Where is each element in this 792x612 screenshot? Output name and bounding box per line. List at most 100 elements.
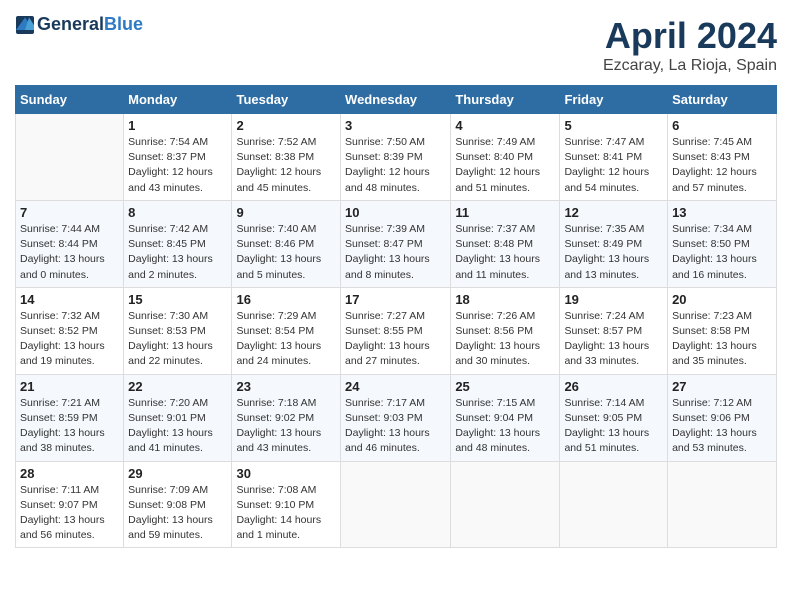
day-info: Sunrise: 7:34 AMSunset: 8:50 PMDaylight:… [672,222,772,283]
day-cell [560,461,668,548]
calendar-table: SundayMondayTuesdayWednesdayThursdayFrid… [15,85,777,548]
logo-text: GeneralBlue [37,15,143,35]
column-header-friday: Friday [560,86,668,114]
day-cell: 15Sunrise: 7:30 AMSunset: 8:53 PMDayligh… [124,287,232,374]
day-cell: 1 Sunrise: 7:54 AMSunset: 8:37 PMDaylight… [124,114,232,201]
day-info: Sunrise: 7:50 AMSunset: 8:39 PMDaylight:… [345,135,446,196]
day-number: 1 [128,118,227,133]
day-cell [451,461,560,548]
day-number: 6 [672,118,772,133]
day-cell: 10 Sunrise: 7:39 AMSunset: 8:47 PMDayligh… [341,200,451,287]
day-number: 2 [236,118,336,133]
day-info: Sunrise: 7:29 AMSunset: 8:54 PMDaylight:… [236,309,336,370]
day-number: 25 [455,379,555,394]
day-info: Sunrise: 7:17 AMSunset: 9:03 PMDaylight:… [345,396,446,457]
day-number: 30 [236,466,336,481]
day-cell: 23 Sunrise: 7:18 AMSunset: 9:02 PMDayligh… [232,374,341,461]
day-cell: 7 Sunrise: 7:44 AMSunset: 8:44 PMDaylight… [16,200,124,287]
day-cell: 16 Sunrise: 7:29 AMSunset: 8:54 PMDayligh… [232,287,341,374]
day-info: Sunrise: 7:15 AMSunset: 9:04 PMDaylight:… [455,396,555,457]
day-info: Sunrise: 7:37 AMSunset: 8:48 PMDaylight:… [455,222,555,283]
day-number: 16 [236,292,336,307]
day-cell: 28Sunrise: 7:11 AMSunset: 9:07 PMDayligh… [16,461,124,548]
day-cell: 5 Sunrise: 7:47 AMSunset: 8:41 PMDaylight… [560,114,668,201]
day-info: Sunrise: 7:49 AMSunset: 8:40 PMDaylight:… [455,135,555,196]
day-info: Sunrise: 7:23 AMSunset: 8:58 PMDaylight:… [672,309,772,370]
day-cell: 20 Sunrise: 7:23 AMSunset: 8:58 PMDayligh… [668,287,777,374]
day-info: Sunrise: 7:14 AMSunset: 9:05 PMDaylight:… [564,396,663,457]
day-number: 17 [345,292,446,307]
page-header: GeneralBlue April 2024 Ezcaray, La Rioja… [15,15,777,75]
day-info: Sunrise: 7:39 AMSunset: 8:47 PMDaylight:… [345,222,446,283]
week-row-2: 7 Sunrise: 7:44 AMSunset: 8:44 PMDaylight… [16,200,777,287]
day-cell: 4 Sunrise: 7:49 AMSunset: 8:40 PMDaylight… [451,114,560,201]
day-number: 5 [564,118,663,133]
day-number: 20 [672,292,772,307]
day-cell: 30 Sunrise: 7:08 AMSunset: 9:10 PMDayligh… [232,461,341,548]
day-number: 18 [455,292,555,307]
day-info: Sunrise: 7:09 AMSunset: 9:08 PMDaylight:… [128,483,227,544]
column-headers: SundayMondayTuesdayWednesdayThursdayFrid… [16,86,777,114]
day-number: 29 [128,466,227,481]
day-cell [16,114,124,201]
day-info: Sunrise: 7:42 AMSunset: 8:45 PMDaylight:… [128,222,227,283]
day-info: Sunrise: 7:32 AMSunset: 8:52 PMDaylight:… [20,309,119,370]
day-cell: 18Sunrise: 7:26 AMSunset: 8:56 PMDayligh… [451,287,560,374]
day-cell: 9 Sunrise: 7:40 AMSunset: 8:46 PMDaylight… [232,200,341,287]
day-number: 8 [128,205,227,220]
title-block: April 2024 Ezcaray, La Rioja, Spain [603,15,777,75]
day-info: Sunrise: 7:20 AMSunset: 9:01 PMDaylight:… [128,396,227,457]
day-info: Sunrise: 7:44 AMSunset: 8:44 PMDaylight:… [20,222,119,283]
day-number: 24 [345,379,446,394]
day-info: Sunrise: 7:18 AMSunset: 9:02 PMDaylight:… [236,396,336,457]
day-number: 15 [128,292,227,307]
day-info: Sunrise: 7:12 AMSunset: 9:06 PMDaylight:… [672,396,772,457]
day-number: 26 [564,379,663,394]
day-number: 28 [20,466,119,481]
day-number: 9 [236,205,336,220]
day-cell: 13 Sunrise: 7:34 AMSunset: 8:50 PMDayligh… [668,200,777,287]
day-cell: 17Sunrise: 7:27 AMSunset: 8:55 PMDayligh… [341,287,451,374]
day-number: 14 [20,292,119,307]
day-cell: 21 Sunrise: 7:21 AMSunset: 8:59 PMDayligh… [16,374,124,461]
day-cell: 12Sunrise: 7:35 AMSunset: 8:49 PMDayligh… [560,200,668,287]
month-title: April 2024 [603,15,777,57]
week-row-3: 14 Sunrise: 7:32 AMSunset: 8:52 PMDayligh… [16,287,777,374]
day-cell: 27Sunrise: 7:12 AMSunset: 9:06 PMDayligh… [668,374,777,461]
day-number: 4 [455,118,555,133]
day-number: 19 [564,292,663,307]
day-number: 21 [20,379,119,394]
day-number: 22 [128,379,227,394]
day-cell: 11 Sunrise: 7:37 AMSunset: 8:48 PMDayligh… [451,200,560,287]
day-info: Sunrise: 7:24 AMSunset: 8:57 PMDaylight:… [564,309,663,370]
day-number: 7 [20,205,119,220]
day-number: 10 [345,205,446,220]
day-cell: 8 Sunrise: 7:42 AMSunset: 8:45 PMDaylight… [124,200,232,287]
day-number: 12 [564,205,663,220]
location: Ezcaray, La Rioja, Spain [603,57,777,75]
column-header-saturday: Saturday [668,86,777,114]
day-cell: 26 Sunrise: 7:14 AMSunset: 9:05 PMDayligh… [560,374,668,461]
logo-icon [15,15,35,35]
day-cell: 24 Sunrise: 7:17 AMSunset: 9:03 PMDayligh… [341,374,451,461]
day-number: 11 [455,205,555,220]
day-info: Sunrise: 7:40 AMSunset: 8:46 PMDaylight:… [236,222,336,283]
day-cell [668,461,777,548]
day-cell: 6Sunrise: 7:45 AMSunset: 8:43 PMDaylight… [668,114,777,201]
day-number: 23 [236,379,336,394]
day-cell: 22 Sunrise: 7:20 AMSunset: 9:01 PMDayligh… [124,374,232,461]
column-header-monday: Monday [124,86,232,114]
day-cell: 25 Sunrise: 7:15 AMSunset: 9:04 PMDayligh… [451,374,560,461]
day-info: Sunrise: 7:08 AMSunset: 9:10 PMDaylight:… [236,483,336,544]
day-info: Sunrise: 7:47 AMSunset: 8:41 PMDaylight:… [564,135,663,196]
day-cell: 2Sunrise: 7:52 AMSunset: 8:38 PMDaylight… [232,114,341,201]
day-cell: 29 Sunrise: 7:09 AMSunset: 9:08 PMDayligh… [124,461,232,548]
day-cell: 19 Sunrise: 7:24 AMSunset: 8:57 PMDayligh… [560,287,668,374]
day-info: Sunrise: 7:21 AMSunset: 8:59 PMDaylight:… [20,396,119,457]
day-number: 13 [672,205,772,220]
logo: GeneralBlue [15,15,143,35]
day-info: Sunrise: 7:54 AMSunset: 8:37 PMDaylight:… [128,135,227,196]
day-number: 3 [345,118,446,133]
day-cell: 3 Sunrise: 7:50 AMSunset: 8:39 PMDaylight… [341,114,451,201]
day-cell [341,461,451,548]
